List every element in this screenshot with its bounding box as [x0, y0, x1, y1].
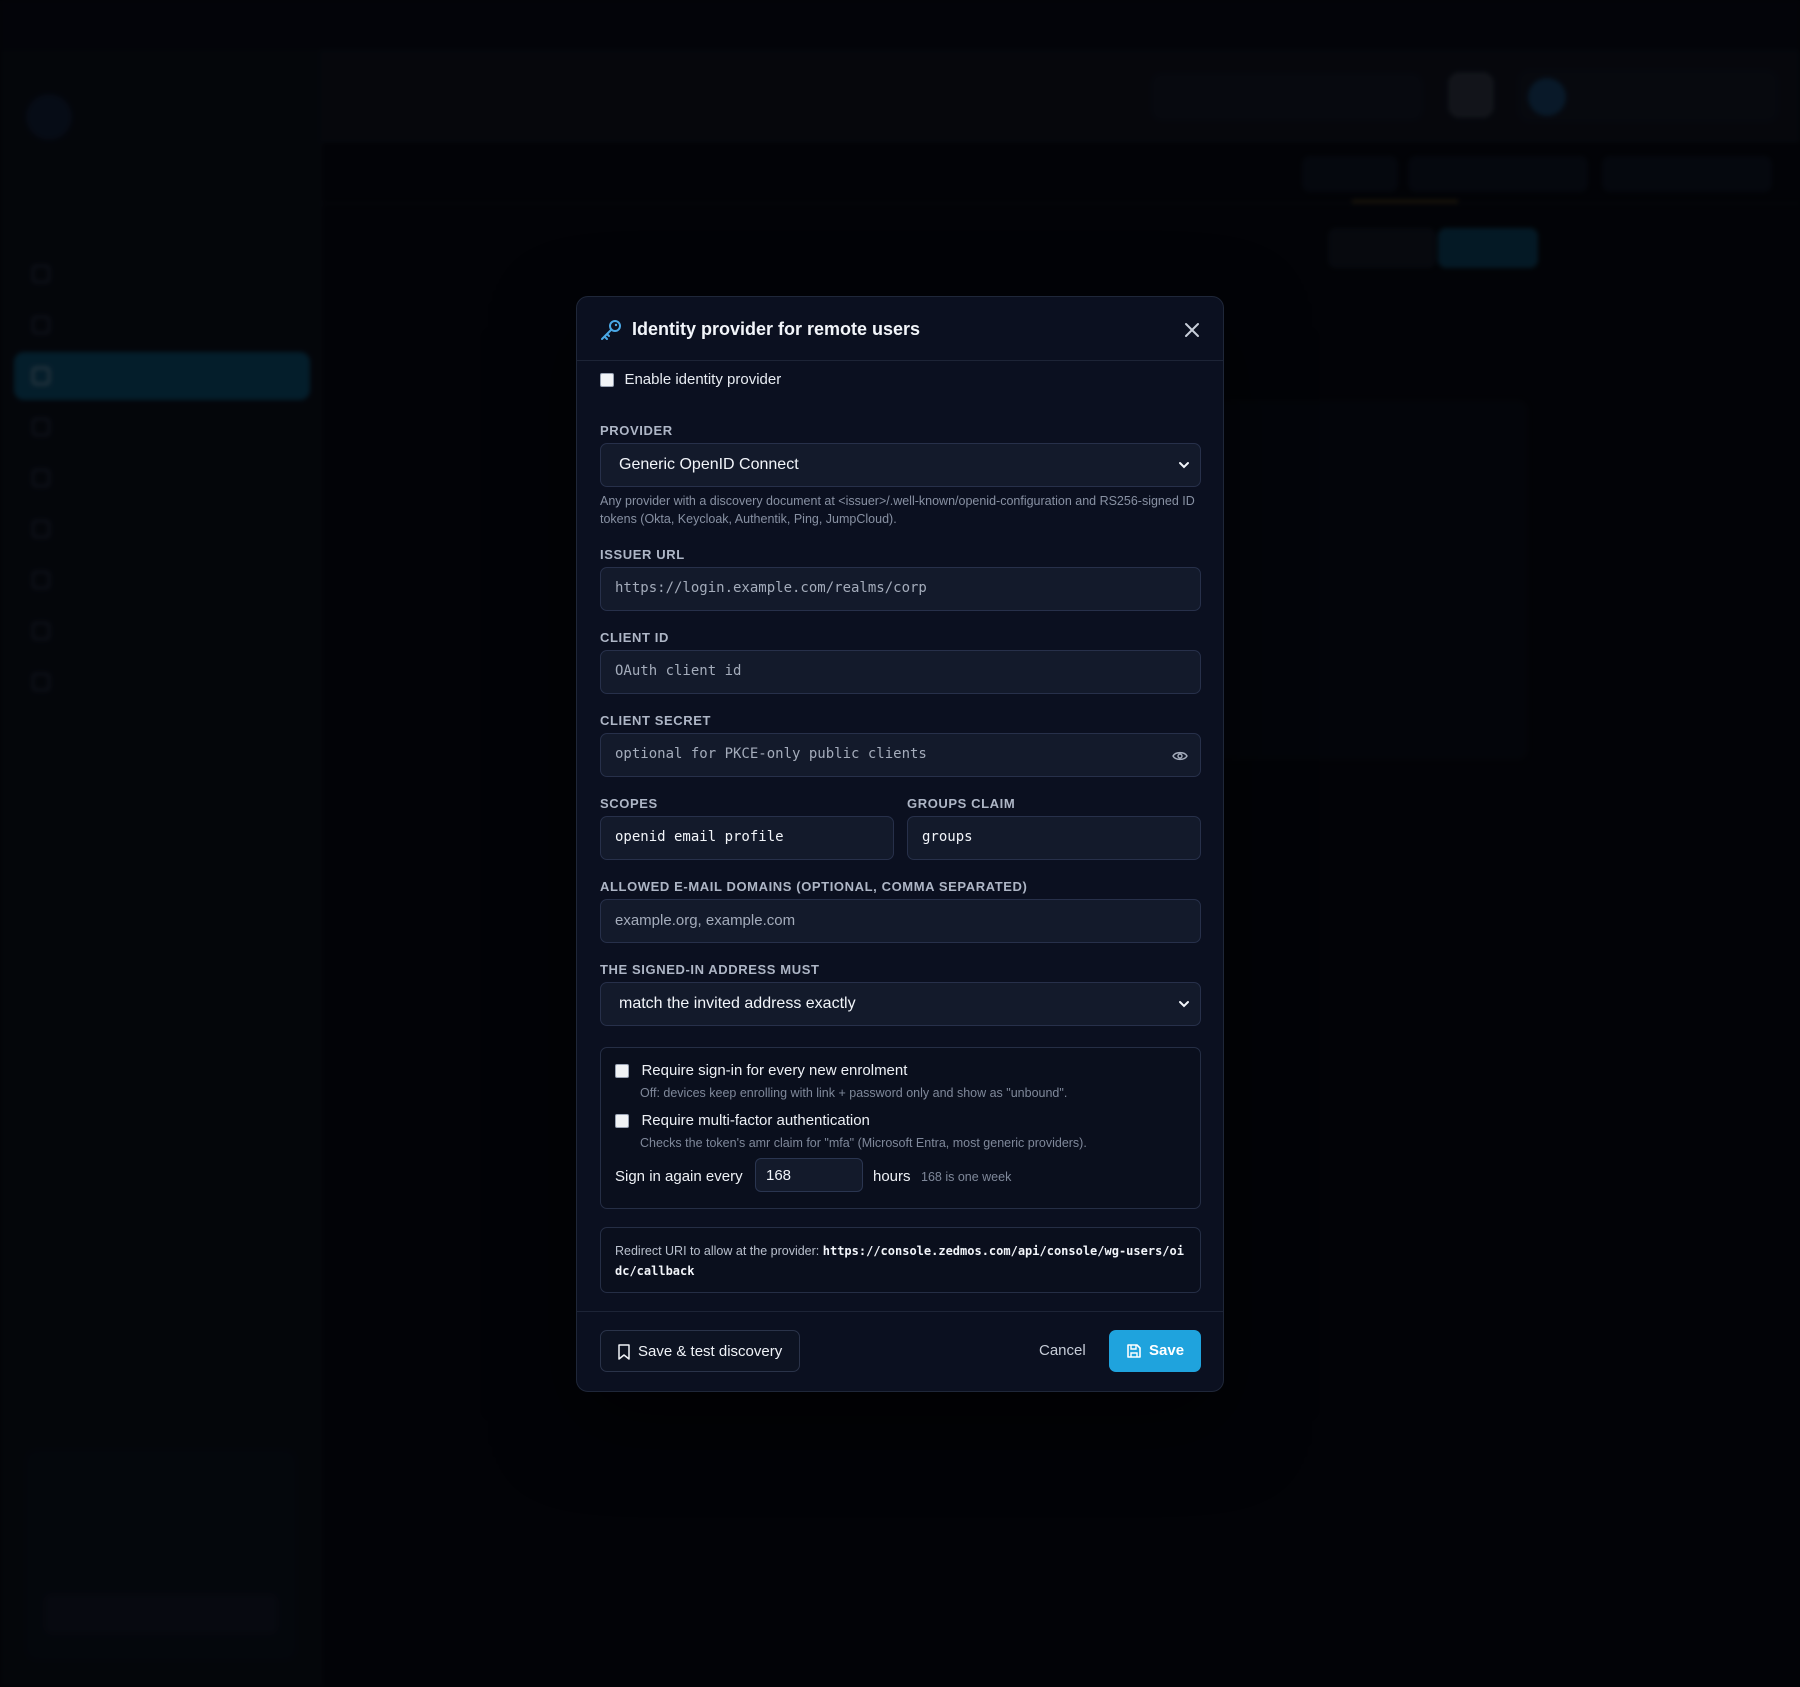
idp-modal: Identity provider for remote users Enabl… [576, 296, 1224, 1392]
allowed-domains-label: ALLOWED E-MAIL DOMAINS (OPTIONAL, COMMA … [600, 879, 1028, 894]
eye-icon[interactable] [1172, 748, 1188, 764]
client-id-placeholder: OAuth client id [615, 663, 742, 679]
modal-header: Identity provider for remote users [577, 297, 1223, 361]
address-rule-label: THE SIGNED-IN ADDRESS MUST [600, 962, 820, 977]
key-icon [601, 320, 621, 340]
provider-help: Any provider with a discovery document a… [600, 494, 1195, 526]
require-signin-row[interactable]: Require sign-in for every new enrolment [615, 1062, 907, 1080]
enable-label: Enable identity provider [624, 371, 782, 389]
require-mfa-sub: Checks the token's amr claim for "mfa" (… [640, 1136, 1087, 1150]
groups-claim-label: GROUPS CLAIM [907, 796, 1016, 811]
require-signin-title: Require sign-in for every new enrolment [641, 1062, 908, 1080]
bookmark-icon [618, 1344, 630, 1360]
reauth-note: 168 is one week [921, 1170, 1012, 1184]
provider-value: Generic OpenID Connect [619, 456, 799, 473]
enable-row[interactable]: Enable identity provider [600, 371, 781, 389]
require-signin-sub: Off: devices keep enrolling with link + … [640, 1086, 1068, 1100]
enable-checkbox[interactable] [600, 372, 614, 387]
address-rule-select[interactable]: match the invited address exactly [600, 982, 1201, 1026]
scopes-input[interactable]: openid email profile [600, 816, 894, 860]
client-id-input[interactable]: OAuth client id [600, 650, 1201, 694]
client-id-label: CLIENT ID [600, 630, 669, 645]
reauth-unit: hours [873, 1168, 911, 1185]
address-rule-value: match the invited address exactly [619, 995, 856, 1012]
reauth-label: Sign in again every [615, 1168, 743, 1185]
require-signin-checkbox[interactable] [615, 1063, 629, 1078]
allowed-domains-input[interactable]: example.org, example.com [600, 899, 1201, 943]
groups-claim-input[interactable]: groups [907, 816, 1201, 860]
client-secret-placeholder: optional for PKCE-only public clients [615, 746, 927, 762]
issuer-url-input[interactable]: https://login.example.com/realms/corp [600, 567, 1201, 611]
require-mfa-checkbox[interactable] [615, 1113, 629, 1128]
redirect-label: Redirect URI to allow at the provider: [615, 1244, 820, 1258]
chevron-down-icon [1179, 462, 1189, 469]
save-icon [1127, 1344, 1141, 1358]
reauth-hours-input[interactable]: 168 [755, 1158, 863, 1192]
reauth-hours-value: 168 [766, 1167, 792, 1184]
client-secret-label: CLIENT SECRET [600, 713, 712, 728]
require-mfa-row[interactable]: Require multi-factor authentication [615, 1112, 870, 1130]
scopes-value: openid email profile [615, 829, 784, 845]
groups-claim-value: groups [922, 829, 973, 845]
require-mfa-title: Require multi-factor authentication [641, 1112, 870, 1130]
save-test-discovery-label: Save & test discovery [638, 1343, 783, 1360]
scopes-label: SCOPES [600, 796, 658, 811]
save-label: Save [1149, 1342, 1185, 1359]
issuer-label: ISSUER URL [600, 547, 685, 562]
save-button[interactable]: Save [1109, 1330, 1201, 1372]
provider-label: PROVIDER [600, 423, 673, 438]
modal-title: Identity provider for remote users [632, 319, 921, 339]
issuer-url-value: https://login.example.com/realms/corp [615, 580, 927, 596]
close-icon[interactable] [1179, 317, 1205, 343]
save-test-discovery-button[interactable]: Save & test discovery [600, 1330, 800, 1372]
enrolment-options: Require sign-in for every new enrolment … [600, 1047, 1201, 1209]
modal-footer: Save & test discovery Cancel Save [577, 1311, 1223, 1391]
chevron-down-icon [1179, 1001, 1189, 1008]
client-secret-input[interactable]: optional for PKCE-only public clients [600, 733, 1201, 777]
provider-select[interactable]: Generic OpenID Connect [600, 443, 1201, 487]
cancel-button[interactable]: Cancel [1039, 1342, 1086, 1359]
allowed-domains-placeholder: example.org, example.com [615, 912, 796, 929]
redirect-uri-box: Redirect URI to allow at the provider: h… [600, 1227, 1201, 1293]
